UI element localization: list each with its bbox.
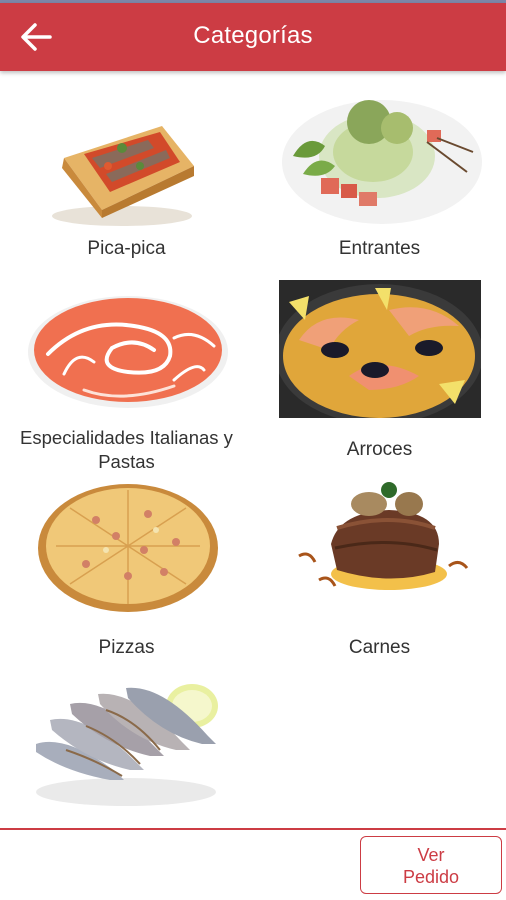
category-carnes[interactable]: Carnes — [253, 478, 506, 668]
category-entrantes[interactable]: Entrantes — [253, 74, 506, 272]
category-label: Carnes — [348, 637, 411, 658]
category-pizzas[interactable]: Pizzas — [0, 478, 253, 668]
fried-sardines-lemon-image — [36, 684, 218, 806]
tomato-soup-cream-image — [28, 296, 228, 408]
salad-starter-image — [282, 100, 482, 224]
ver-pedido-button[interactable]: Ver Pedido — [360, 836, 502, 894]
category-grid: Pica-pica Entrantes Especialidades Itali… — [0, 74, 506, 828]
category-label: Pica-pica — [87, 238, 166, 259]
category-label: Especialidades Italianas y Pastas — [20, 427, 233, 472]
category-label: Entrantes — [338, 238, 421, 259]
category-sardines[interactable] — [0, 676, 253, 826]
page-title: Categorías — [193, 22, 313, 49]
category-label: Pizzas — [98, 637, 155, 658]
pizza-image — [38, 484, 218, 612]
seafood-paella-image — [279, 280, 481, 418]
app-bar: Categorías — [0, 3, 506, 71]
tapas-bread-anchovy-image — [52, 126, 194, 226]
category-pica-pica[interactable]: Pica-pica — [0, 74, 253, 272]
footer-divider — [0, 828, 506, 830]
category-label: Arroces — [346, 439, 413, 460]
category-arroces[interactable]: Arroces — [253, 280, 506, 470]
steak-mushrooms-image — [298, 482, 469, 590]
category-especialidades-italianas-y-pastas[interactable]: Especialidades Italianas y Pastas — [0, 280, 253, 472]
